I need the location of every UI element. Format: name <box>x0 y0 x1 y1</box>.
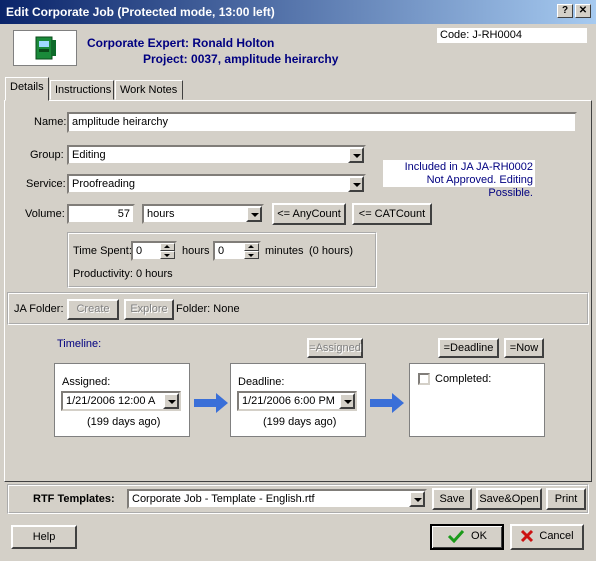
now-button[interactable]: =Now <box>504 338 544 358</box>
volume-label: Volume: <box>25 208 65 220</box>
productivity-text: Productivity: 0 hours <box>73 268 173 280</box>
ok-label: OK <box>471 530 487 542</box>
chevron-down-icon[interactable] <box>348 147 364 163</box>
app-logo <box>13 30 77 66</box>
assigned-label: Assigned: <box>62 376 111 388</box>
arrow-right-icon <box>194 393 228 413</box>
help-button[interactable]: Help <box>11 525 77 549</box>
volume-input[interactable]: 57 <box>67 204 135 224</box>
timeline-label: Timeline: <box>57 338 102 350</box>
tab-work-notes[interactable]: Work Notes <box>115 80 183 100</box>
volume-unit-value: hours <box>147 208 175 220</box>
group-select[interactable]: Editing <box>67 145 366 165</box>
group-label: Group: <box>30 149 64 161</box>
job-code: Code: J-RH0004 <box>437 28 587 43</box>
name-input[interactable]: amplitude heirarchy <box>67 112 577 133</box>
time-spent-label: Time Spent: <box>73 245 132 257</box>
rtf-label: RTF Templates: <box>33 493 115 505</box>
deadline-date-picker[interactable]: 1/21/2006 6:00 PM <box>237 391 357 411</box>
time-hours-input[interactable]: 0 <box>131 241 177 261</box>
completed-checkbox[interactable] <box>418 373 430 385</box>
tab-instructions[interactable]: Instructions <box>50 80 114 100</box>
title-bar: Edit Corporate Job (Protected mode, 13:0… <box>0 0 596 24</box>
chevron-down-icon[interactable] <box>409 491 425 507</box>
cancel-button[interactable]: Cancel <box>510 524 584 550</box>
expert-label: Corporate Expert: <box>87 36 190 50</box>
window-title: Edit Corporate Job (Protected mode, 13:0… <box>6 5 275 19</box>
name-label: Name: <box>34 116 67 128</box>
project-line: Project: 0037, amplitude heirarchy <box>143 52 338 66</box>
deadline-date-value: 1/21/2006 6:00 PM <box>242 395 335 407</box>
minutes-label: minutes <box>265 245 304 257</box>
cancel-label: Cancel <box>539 530 574 542</box>
time-minutes-input[interactable]: 0 <box>213 241 261 261</box>
hours-spinner[interactable] <box>160 243 175 259</box>
service-value: Proofreading <box>72 178 135 190</box>
deadline-button[interactable]: =Deadline <box>438 338 499 358</box>
hours-label: hours <box>182 245 210 257</box>
help-title-button[interactable]: ? <box>557 4 573 18</box>
ja-info-line1: Included in JA JA-RH0002 <box>404 161 533 173</box>
chevron-down-icon[interactable] <box>348 176 364 192</box>
project-label: Project: <box>143 52 188 66</box>
rtf-template-value: Corporate Job - Template - English.rtf <box>132 493 315 505</box>
tab-details[interactable]: Details <box>5 77 49 101</box>
ja-info-box: Included in JA JA-RH0002 Not Approved. E… <box>383 160 535 199</box>
create-button[interactable]: Create <box>67 299 119 320</box>
anycount-button[interactable]: <= AnyCount <box>272 203 346 225</box>
close-icon <box>521 530 534 543</box>
service-label: Service: <box>26 178 66 190</box>
assigned-ago: (199 days ago) <box>87 416 161 428</box>
completed-label: Completed: <box>435 373 492 385</box>
time-minutes-value: 0 <box>218 245 225 257</box>
expert-line: Corporate Expert: Ronald Holton <box>87 36 274 50</box>
minutes-spinner[interactable] <box>244 243 259 259</box>
ja-info-line2: Not Approved. Editing Possible. <box>426 174 533 199</box>
rtf-template-select[interactable]: Corporate Job - Template - English.rtf <box>127 489 427 509</box>
volume-unit-select[interactable]: hours <box>142 204 264 224</box>
folder-value: Folder: None <box>176 303 240 315</box>
save-open-button[interactable]: Save&Open <box>476 488 542 510</box>
service-select[interactable]: Proofreading <box>67 174 366 194</box>
chevron-down-icon[interactable] <box>339 393 355 409</box>
explore-button[interactable]: Explore <box>124 299 174 320</box>
assigned-date-value: 1/21/2006 12:00 A <box>66 395 156 407</box>
deadline-ago: (199 days ago) <box>263 416 337 428</box>
chevron-down-icon[interactable] <box>163 393 179 409</box>
group-value: Editing <box>72 149 106 161</box>
print-button[interactable]: Print <box>546 488 586 510</box>
ok-button[interactable]: OK <box>430 524 504 550</box>
checkmark-icon <box>447 530 465 544</box>
ja-folder-label: JA Folder: <box>14 303 64 315</box>
chevron-down-icon[interactable] <box>246 206 262 222</box>
project-value: 0037, amplitude heirarchy <box>191 52 339 66</box>
catcount-button[interactable]: <= CATCount <box>352 203 432 225</box>
time-total: (0 hours) <box>309 245 354 257</box>
deadline-label: Deadline: <box>238 376 285 388</box>
assigned-button[interactable]: =Assigned <box>307 338 363 358</box>
time-hours-value: 0 <box>136 245 143 257</box>
assigned-date-picker[interactable]: 1/21/2006 12:00 A <box>61 391 181 411</box>
expert-name: Ronald Holton <box>192 36 275 50</box>
close-title-button[interactable]: ✕ <box>575 4 591 18</box>
arrow-right-icon <box>370 393 404 413</box>
app-logo-icon <box>35 36 56 60</box>
save-button[interactable]: Save <box>432 488 472 510</box>
